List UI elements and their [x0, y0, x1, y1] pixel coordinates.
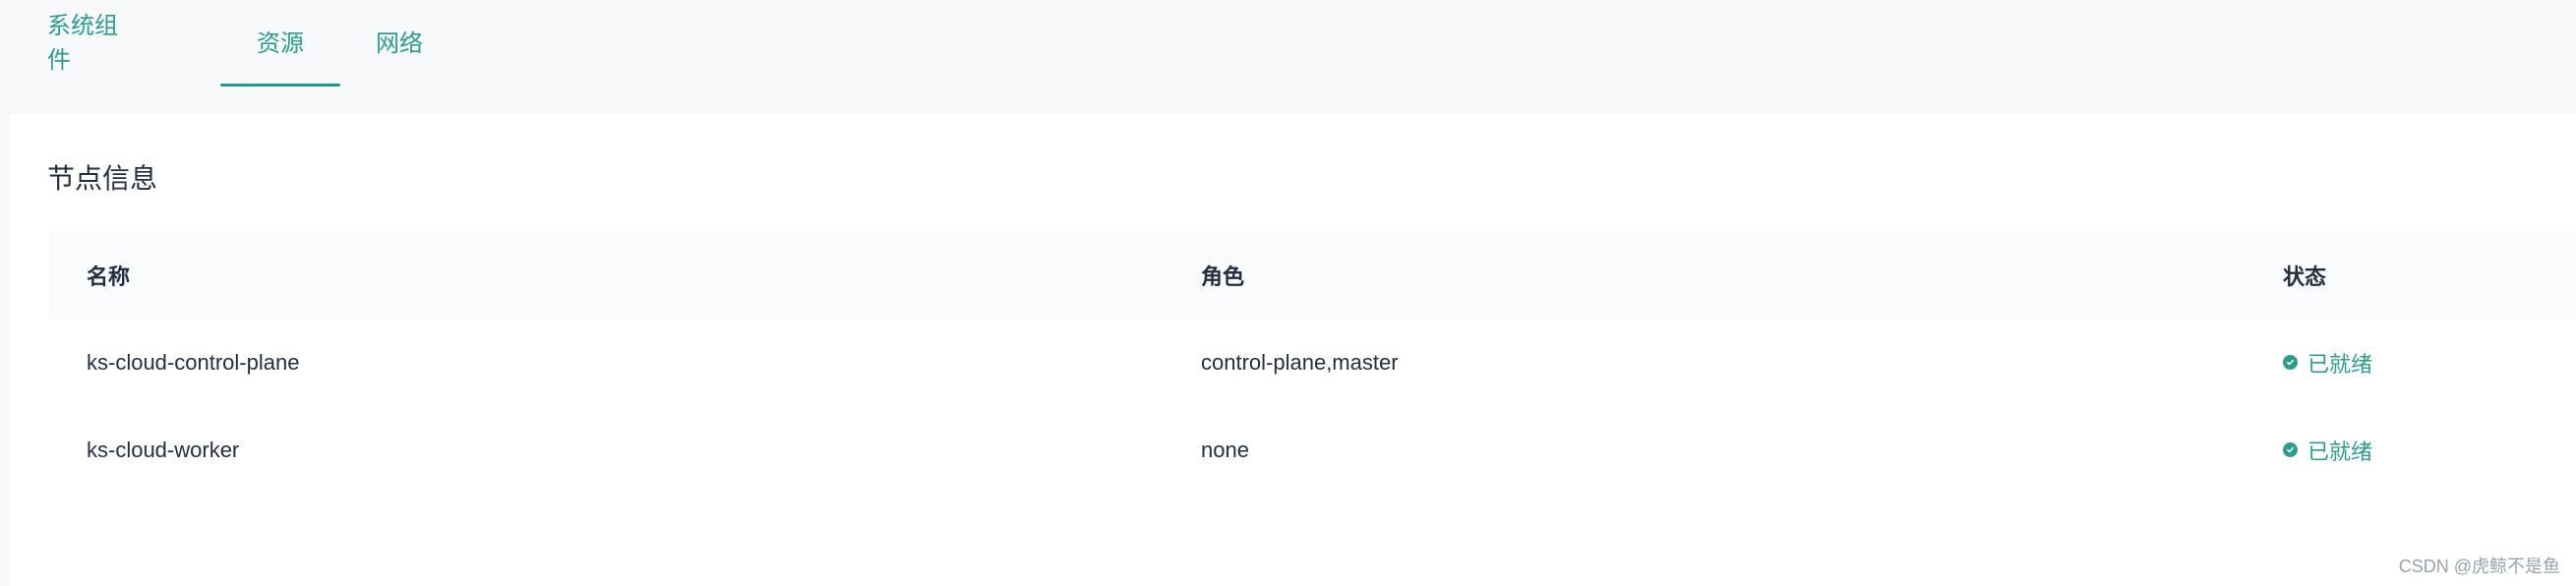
node-info-card: 节点信息 名称 角色 状态 ks-cloud-control-plane con… [10, 114, 2576, 586]
table-row: ks-cloud-worker none 已就绪 [49, 406, 2576, 494]
header-name: 名称 [87, 264, 131, 289]
node-status: 已就绪 [2283, 347, 2372, 379]
watermark: CSDN @虎鲸不是鱼 [2398, 557, 2560, 576]
node-role: control-plane,master [1201, 349, 1399, 375]
header-status: 状态 [2283, 264, 2327, 289]
tab-resources[interactable]: 资源 [220, 0, 340, 88]
tab-system-components[interactable]: 系统组件 [47, 0, 136, 88]
node-name: ks-cloud-worker [87, 437, 240, 462]
table-header: 名称 角色 状态 [49, 232, 2576, 319]
section-title: 节点信息 [47, 163, 158, 194]
node-table: 名称 角色 状态 ks-cloud-control-plane control-… [49, 232, 2576, 494]
status-text: 已就绪 [2307, 439, 2373, 464]
tab-bar: 系统组件 资源 网络 [0, 0, 435, 88]
page: 系统组件 资源 网络 节点信息 名称 角色 状态 ks-cloud-contro… [0, 0, 2576, 586]
table-row: ks-cloud-control-plane control-plane,mas… [49, 319, 2576, 406]
node-status: 已就绪 [2283, 435, 2372, 466]
tab-network[interactable]: 网络 [376, 0, 435, 88]
node-name: ks-cloud-control-plane [87, 349, 300, 375]
status-text: 已就绪 [2307, 351, 2373, 377]
check-circle-icon [2283, 355, 2298, 370]
header-role: 角色 [1201, 264, 1245, 289]
check-circle-icon [2283, 442, 2298, 457]
node-role: none [1201, 437, 1249, 462]
